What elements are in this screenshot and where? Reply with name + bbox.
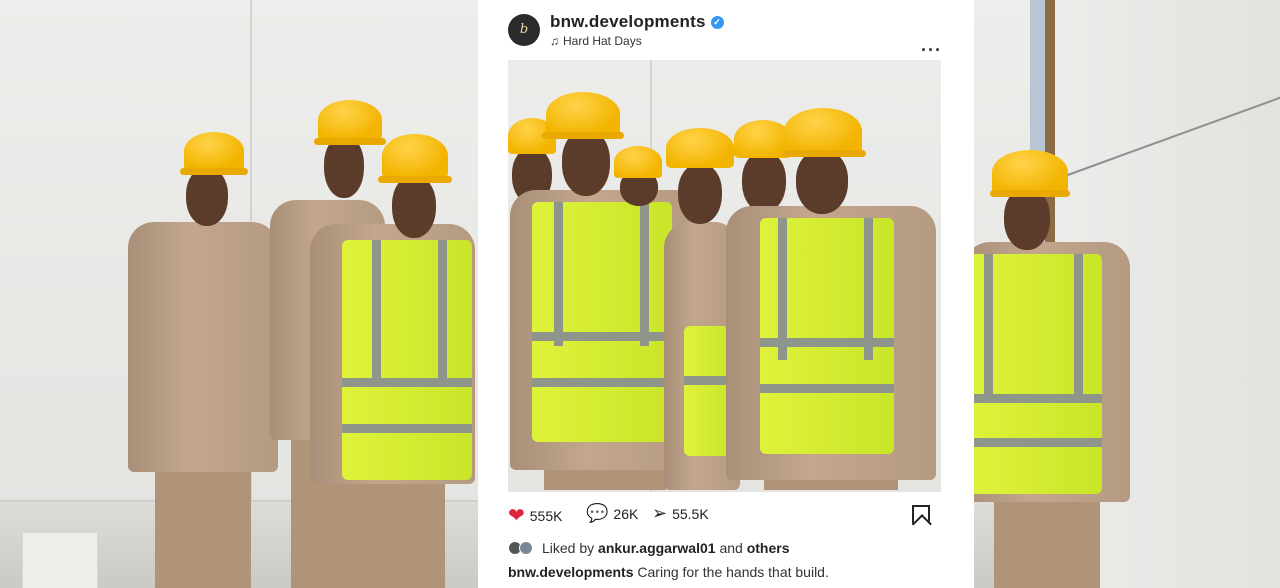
post-username: bnw.developments xyxy=(550,12,706,31)
liked-by-user: ankur.aggarwal01 xyxy=(598,540,716,556)
comment-icon: 💬 xyxy=(586,503,609,523)
caption-text: Caring for the hands that build. xyxy=(637,564,829,580)
safety-vest xyxy=(970,254,1102,494)
hard-hat xyxy=(382,134,448,178)
worker xyxy=(310,132,475,588)
worker xyxy=(128,130,278,588)
caption-author: bnw.developments xyxy=(508,564,634,580)
liker-avatar xyxy=(519,541,533,555)
worker xyxy=(964,148,1130,588)
post-caption: bnw.developments Caring for the hands th… xyxy=(508,564,829,580)
profile-avatar: b xyxy=(508,14,540,46)
liked-by-line: Liked by ankur.aggarwal01 and others xyxy=(508,540,790,556)
hard-hat xyxy=(992,150,1068,194)
share-count: 55.5K xyxy=(672,505,709,522)
audio-title: Hard Hat Days xyxy=(563,34,642,48)
more-icon: ··· xyxy=(921,40,942,60)
music-note-icon: ♫ xyxy=(550,34,559,48)
safety-vest xyxy=(342,240,472,480)
comment-count: 26K xyxy=(613,505,639,522)
concrete-block xyxy=(22,532,98,588)
liked-by-suffix: others xyxy=(746,540,790,556)
bookmark-icon xyxy=(912,505,930,525)
post-actions: ❤ 555K 💬 26K ➢ 55.5K xyxy=(508,503,944,529)
share-icon: ➢ xyxy=(652,503,668,523)
post-header: b bnw.developments ✓ ♫ Hard Hat Days ··· xyxy=(508,12,944,60)
like-count: 555K xyxy=(529,507,563,524)
heart-icon: ❤ xyxy=(508,505,525,527)
liked-by-prefix: Liked by xyxy=(542,540,595,556)
liked-by-joiner: and xyxy=(719,540,743,556)
audio-track: ♫ Hard Hat Days xyxy=(550,34,642,48)
hard-hat xyxy=(184,132,244,170)
verified-icon: ✓ xyxy=(710,16,724,29)
